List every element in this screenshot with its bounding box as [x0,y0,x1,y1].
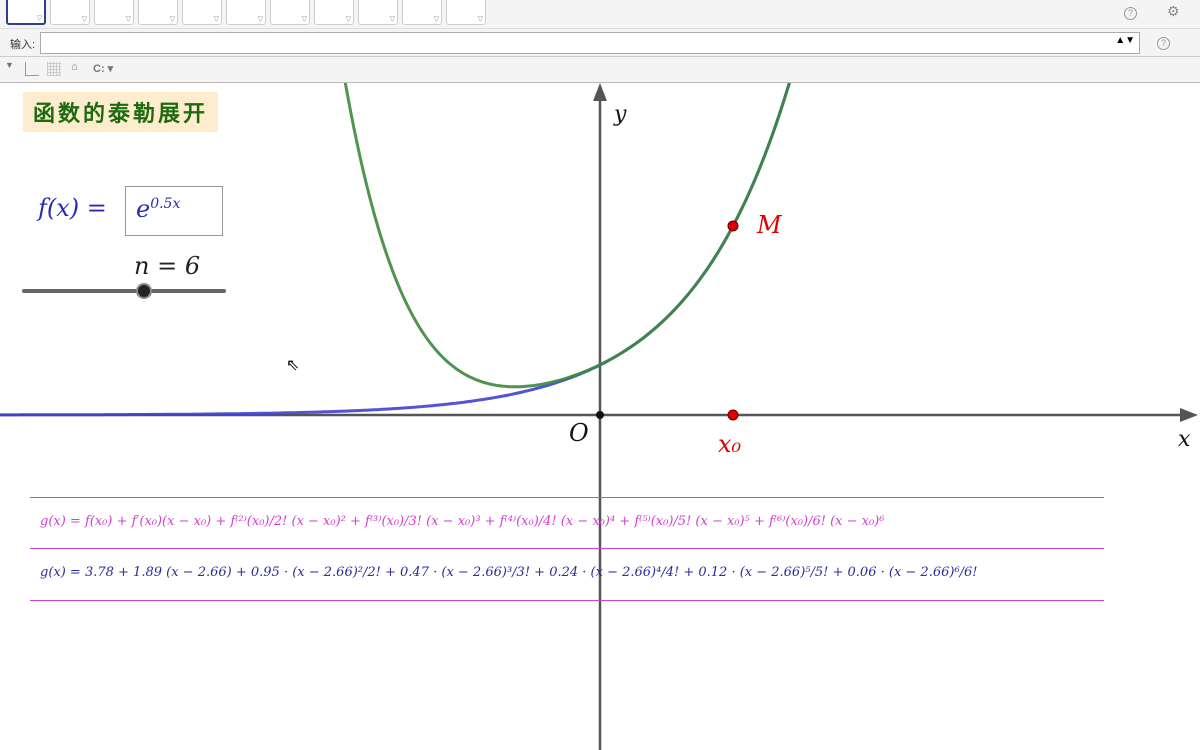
function-label: f(x) = [38,194,107,222]
tool-move-graphics-button[interactable]: ▽ [446,0,486,25]
taylor-polynomial-curve [343,83,791,389]
origin-label: O [569,419,589,447]
tool-angle-button[interactable]: ▽ [314,0,354,25]
collapse-triangle-icon[interactable]: ▼ [5,60,14,70]
graphics-view[interactable]: y x O Mx₀ [0,83,1200,750]
home-icon[interactable]: ⌂ [71,61,78,73]
n-slider[interactable] [22,289,226,293]
gear-icon[interactable]: ⚙ [1167,3,1180,20]
input-field[interactable]: ▲▼ [40,32,1140,54]
point-M [727,220,739,232]
tool-perpendicular-button[interactable]: ▽ [138,0,178,25]
function-base: e [136,195,151,223]
input-label: 输入: [10,39,36,51]
point-x0 [727,409,739,421]
axes-toggle-icon[interactable] [25,62,39,76]
graphics-label: C: [93,63,105,75]
taylor-numeric-formula: g(x) = 3.78 + 1.89 (x − 2.66) + 0.95 · (… [30,549,1104,601]
help-icon[interactable]: ? [1124,7,1137,20]
toolbar: ▽ ▽ ▽ ▽ ▽ ▽ ▽ ▽ ▽ ▽ ▽ ? ⚙ [0,0,1200,29]
tool-slider-button[interactable]: ▽ [402,0,442,25]
tool-line-button[interactable]: ▽ [94,0,134,25]
tool-polygon-button[interactable]: ▽ [182,0,222,25]
point-M-label: M [756,211,783,239]
mouse-cursor-icon: ⇖ [286,357,300,374]
tool-point-button[interactable]: ▽ [50,0,90,25]
tool-circle-3pts-button[interactable]: ▽ [270,0,310,25]
graphics-label-dropdown[interactable]: C: ▾ [93,62,113,75]
x-axis-label: x [1178,427,1191,452]
y-axis-arrow [593,83,607,101]
input-help-icon[interactable]: ? [1157,37,1170,50]
style-bar: ▼ ⌂ C: ▾ [0,57,1200,83]
page-title: 函数的泰勒展开 [23,92,219,132]
y-axis-label: y [613,102,627,127]
tool-move-button[interactable]: ▽ [6,0,46,25]
n-slider-handle[interactable] [136,283,152,299]
history-spinner[interactable]: ▲▼ [1115,35,1135,46]
slider-label: n = 6 [134,252,201,280]
tool-circle-center-button[interactable]: ▽ [226,0,266,25]
point-x0-label: x₀ [718,430,742,458]
function-input-box[interactable]: e0.5x [125,186,223,236]
f-curve [0,83,791,417]
taylor-general-formula: g(x) = f(x₀) + f′(x₀)(x − x₀) + f⁽²⁾(x₀)… [30,497,1104,549]
tool-reflect-button[interactable]: ▽ [358,0,398,25]
origin-point [596,411,604,419]
function-exponent: 0.5x [150,196,181,212]
x-axis-arrow [1180,408,1198,422]
input-bar: 输入: ▲▼ ? [0,29,1200,57]
grid-toggle-icon[interactable] [47,62,61,76]
